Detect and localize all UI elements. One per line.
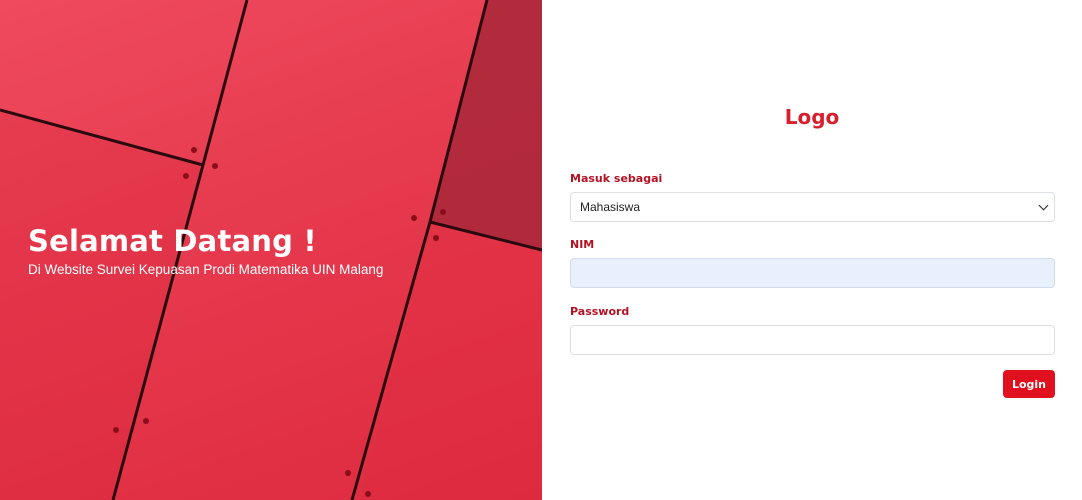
role-select-value: Mahasiswa — [580, 200, 641, 214]
role-label: Masuk sebagai — [570, 172, 663, 185]
nim-input[interactable] — [570, 258, 1055, 288]
hero-panel: Selamat Datang ! Di Website Survei Kepua… — [0, 0, 542, 500]
login-panel: Logo Masuk sebagai Mahasiswa NIM Passwor… — [542, 0, 1082, 500]
password-input[interactable] — [570, 325, 1055, 355]
welcome-title: Selamat Datang ! — [28, 224, 317, 258]
login-button[interactable]: Login — [1003, 370, 1055, 398]
chevron-down-icon — [1038, 200, 1049, 211]
role-select[interactable]: Mahasiswa — [570, 192, 1055, 222]
welcome-subtitle: Di Website Survei Kepuasan Prodi Matemat… — [28, 262, 384, 277]
nim-label: NIM — [570, 238, 595, 251]
password-label: Password — [570, 305, 630, 318]
logo: Logo — [784, 105, 840, 129]
